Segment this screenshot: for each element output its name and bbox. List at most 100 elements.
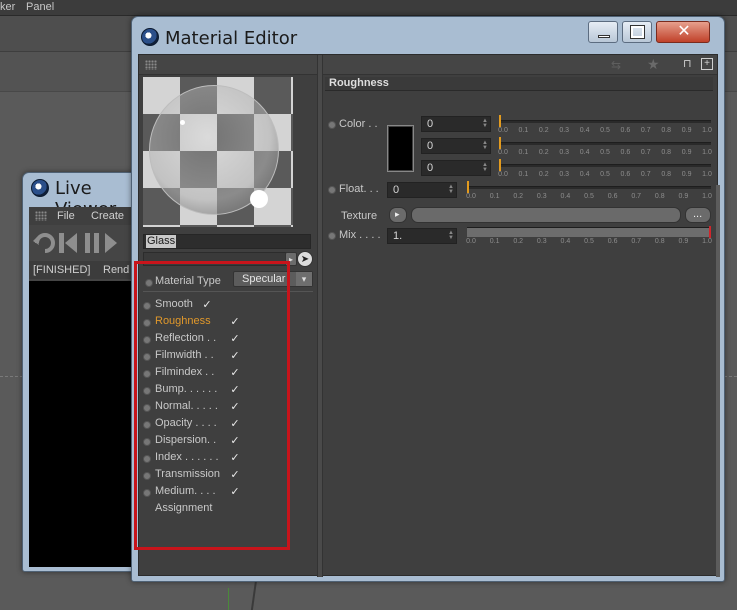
channel-label[interactable]: Normal. . . . . [155, 400, 218, 412]
channel-checkbox[interactable]: ✓ [229, 384, 241, 396]
playback-controls-icon[interactable] [33, 231, 137, 255]
play-icon [105, 233, 117, 253]
new-panel-icon[interactable]: + [701, 58, 713, 70]
slider-track[interactable] [499, 142, 711, 145]
live-viewer-window[interactable]: Live Viewer File Create [FINISHED] Rend [22, 172, 141, 572]
color-channel-field[interactable]: 0 ▲ ▼ [421, 116, 491, 132]
channel-checkbox[interactable]: ✓ [229, 350, 241, 362]
menu-file[interactable]: File [57, 210, 75, 222]
channel-label[interactable]: Bump. . . . . . [155, 383, 217, 395]
channel-label[interactable]: Transmission [155, 468, 220, 480]
color-swatch[interactable] [387, 125, 414, 172]
color-channel-slider[interactable]: 0.0 0.1 0.2 0.3 0.4 0.5 0.6 0.7 0.8 0.9 1.0 [498, 159, 712, 178]
expand-button[interactable]: ▸ [285, 252, 297, 266]
menu-create[interactable]: Create [91, 210, 124, 222]
tick-label: 0.8 [661, 127, 672, 134]
material-search-field[interactable] [143, 252, 289, 266]
channel-dot-icon[interactable] [143, 489, 151, 497]
render-view[interactable] [29, 281, 141, 567]
texture-menu-button[interactable]: ▸ [389, 207, 407, 223]
channel-checkbox[interactable]: ✓ [229, 452, 241, 464]
channel-dot-icon[interactable] [143, 336, 151, 344]
channel-label[interactable]: Index . . . . . . [155, 451, 219, 463]
material-preview[interactable] [143, 77, 293, 227]
material-name-field[interactable]: Glass [143, 234, 311, 249]
spinner-icon[interactable]: ▲ ▼ [482, 118, 488, 129]
slider-knob[interactable] [499, 115, 501, 127]
channel-checkbox[interactable]: ✓ [229, 333, 241, 345]
grip-icon[interactable] [35, 211, 47, 221]
texture-field[interactable] [411, 207, 681, 223]
slider-knob[interactable] [709, 226, 711, 238]
channel-checkbox[interactable]: ✓ [229, 486, 241, 498]
channel-dot-icon[interactable] [143, 370, 151, 378]
mix-label: Mix . . . . [339, 229, 381, 241]
channel-label[interactable]: Opacity . . . . [155, 417, 217, 429]
minimize-icon [598, 35, 610, 38]
slider-track[interactable] [499, 120, 711, 123]
color-channel-slider[interactable]: 0.0 0.1 0.2 0.3 0.4 0.5 0.6 0.7 0.8 0.9 1.0 [498, 115, 712, 134]
channel-dot-icon[interactable] [143, 353, 151, 361]
material-editor-window[interactable]: Material Editor ✕ ⇆ ★ ⊓ + Glass ▸ ➤ Mate… [131, 16, 725, 582]
panel-splitter[interactable] [317, 55, 323, 577]
slider-knob[interactable] [499, 159, 501, 171]
arrows-icon[interactable]: ⇆ [611, 58, 641, 72]
channel-checkbox[interactable]: ✓ [229, 435, 241, 447]
material-type-dropdown[interactable]: Specular ▾ [233, 271, 313, 287]
channel-checkbox[interactable]: ✓ [229, 418, 241, 430]
spinner-icon[interactable]: ▲ ▼ [482, 140, 488, 151]
channel-label[interactable]: Smooth [155, 298, 193, 310]
close-button[interactable]: ✕ [656, 21, 710, 43]
channel-dot-icon[interactable] [143, 404, 151, 412]
grip-icon[interactable] [145, 60, 157, 70]
float-slider[interactable]: 0.0 0.1 0.2 0.3 0.4 0.5 0.6 0.7 0.8 0.9 1.0 [466, 181, 712, 200]
channel-label[interactable]: Filmwidth . . [155, 349, 214, 361]
slider-track[interactable] [467, 227, 711, 237]
color-channel-field[interactable]: 0 ▲ ▼ [421, 160, 491, 176]
channel-checkbox[interactable]: ✓ [201, 299, 213, 311]
mix-value-field[interactable]: 1. ▲ ▼ [387, 228, 457, 244]
lock-icon[interactable]: ⊓ [683, 57, 695, 71]
minimize-button[interactable] [588, 21, 618, 43]
channel-dot-icon[interactable] [143, 455, 151, 463]
channel-checkbox[interactable]: ✓ [229, 469, 241, 481]
channel-dot-icon[interactable] [143, 387, 151, 395]
texture-browse-button[interactable]: ... [685, 207, 711, 223]
channel-dot-icon[interactable] [143, 319, 151, 327]
mix-dot-icon[interactable] [328, 232, 336, 240]
material-type-dot-icon[interactable] [145, 279, 153, 287]
color-channel-slider[interactable]: 0.0 0.1 0.2 0.3 0.4 0.5 0.6 0.7 0.8 0.9 1.0 [498, 137, 712, 156]
mix-slider[interactable]: 0.0 0.1 0.2 0.3 0.4 0.5 0.6 0.7 0.8 0.9 1.0 [466, 226, 712, 245]
maximize-button[interactable] [622, 21, 652, 43]
channel-checkbox[interactable]: ✓ [229, 367, 241, 379]
float-dot-icon[interactable] [328, 186, 336, 194]
channel-label[interactable]: Filmindex . . [155, 366, 214, 378]
spinner-icon[interactable]: ▲ ▼ [448, 230, 454, 241]
channel-label[interactable]: Medium. . . . [155, 485, 216, 497]
slider-knob[interactable] [467, 181, 469, 193]
color-dot-icon[interactable] [328, 121, 336, 129]
channel-dot-icon[interactable] [143, 302, 151, 310]
menu-item-panel[interactable]: Panel [26, 1, 54, 13]
spinner-icon[interactable]: ▲ ▼ [482, 162, 488, 173]
channel-label[interactable]: Dispersion. . [155, 434, 216, 446]
slider-track[interactable] [499, 164, 711, 167]
channel-dot-icon[interactable] [143, 421, 151, 429]
channel-label[interactable]: Reflection . . [155, 332, 216, 344]
section-title: Roughness [329, 77, 389, 89]
menu-item-ker[interactable]: ker [0, 1, 15, 13]
color-channel-field[interactable]: 0 ▲ ▼ [421, 138, 491, 154]
channel-label[interactable]: Roughness [155, 315, 211, 327]
float-value-field[interactable]: 0 ▲ ▼ [387, 182, 457, 198]
channel-checkbox[interactable]: ✓ [229, 401, 241, 413]
channel-dot-icon[interactable] [143, 438, 151, 446]
spinner-icon[interactable]: ▲ ▼ [448, 184, 454, 195]
slider-track[interactable] [467, 186, 711, 189]
channel-checkbox[interactable]: ✓ [229, 316, 241, 328]
pick-arrow-icon[interactable]: ➤ [297, 251, 313, 267]
slider-knob[interactable] [499, 137, 501, 149]
star-icon[interactable]: ★ [647, 56, 663, 72]
channel-dot-icon[interactable] [143, 472, 151, 480]
vertical-scrollbar[interactable] [716, 185, 720, 577]
channel-label[interactable]: Assignment [155, 502, 212, 514]
